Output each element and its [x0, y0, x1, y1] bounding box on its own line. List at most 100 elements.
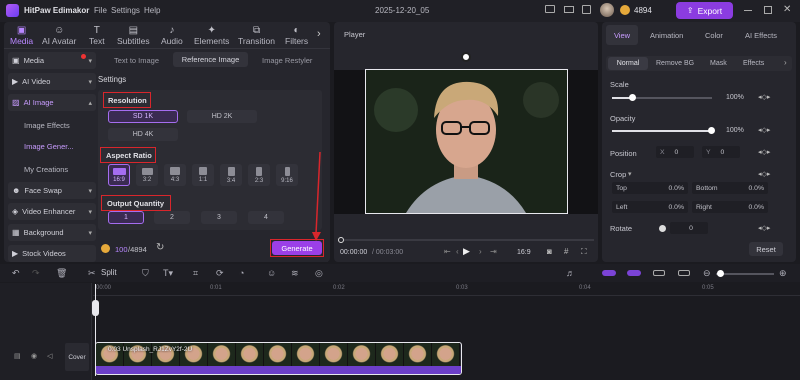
tab-media[interactable]: ▣ Media	[10, 25, 33, 46]
scale-value[interactable]: 100%	[726, 94, 744, 101]
skip-forward-icon[interactable]: ⇥	[490, 247, 497, 256]
refresh-icon[interactable]: ↻	[156, 242, 164, 253]
chevron-right-icon[interactable]: ›	[317, 28, 321, 40]
crop-bottom-field[interactable]: Bottom 0.0%	[692, 182, 768, 194]
ripple-icon[interactable]	[653, 270, 665, 276]
quantity-1[interactable]: 1	[108, 211, 144, 224]
sidebar-item-background[interactable]: ▦ Background ▾	[8, 224, 96, 241]
snap-toggle-icon[interactable]	[627, 270, 641, 276]
mode-tab-text-to-image[interactable]: Text to Image	[114, 56, 159, 65]
avatar[interactable]	[600, 3, 614, 17]
undo-icon[interactable]: ↶	[12, 268, 20, 279]
keyframe-icon[interactable]: ◂◇▸	[758, 126, 770, 134]
record-icon[interactable]: ◎	[315, 268, 323, 279]
position-x-field[interactable]: X0	[656, 146, 694, 158]
tab-ai-effects[interactable]: AI Effects	[745, 31, 777, 40]
zoom-slider-track[interactable]	[716, 273, 774, 275]
sidebar-item-video-enhancer[interactable]: ◈ Video Enhancer ▾	[8, 203, 96, 220]
crop-right-field[interactable]: Right 0.0%	[692, 201, 768, 213]
sidebar-item-face-swap[interactable]: ☻ Face Swap ▾	[8, 182, 96, 199]
quantity-4[interactable]: 4	[248, 211, 284, 224]
microphone-icon[interactable]: ♬	[566, 268, 575, 278]
quantity-3[interactable]: 3	[201, 211, 237, 224]
menu-settings[interactable]: Settings	[111, 6, 140, 15]
redo-icon[interactable]: ↷	[32, 268, 40, 279]
video-clip[interactable]: 0:03 Unsplash_RJ1ZvY2f-2U	[95, 342, 462, 375]
monitor-icon[interactable]	[545, 5, 555, 13]
scale-slider-thumb[interactable]	[629, 94, 636, 101]
sidebar-subitem-my-creations[interactable]: My Creations	[24, 165, 68, 174]
sidebar-item-media[interactable]: ▣ Media ▾	[8, 52, 96, 69]
keyframe-icon[interactable]: ◂◇▸	[758, 93, 770, 101]
ratio-9-16[interactable]: 9:16	[276, 164, 298, 186]
track-grid-icon[interactable]: ▤	[14, 352, 21, 360]
sidebar-item-ai-video[interactable]: ▶ AI Video ▾	[8, 73, 96, 90]
playhead-handle-icon[interactable]	[92, 300, 99, 316]
fullscreen-icon[interactable]: ⛶	[581, 247, 587, 257]
speed-icon[interactable]: ◔	[239, 268, 244, 278]
ratio-3-2[interactable]: 3:2	[136, 164, 158, 186]
zoom-in-icon[interactable]: ⊕	[779, 268, 787, 279]
tab-ai-avatar[interactable]: ☺ AI Avatar	[42, 25, 76, 46]
crop-tool-icon[interactable]: ⌗	[193, 268, 198, 279]
resolution-sd-1k[interactable]: SD 1K	[108, 110, 178, 123]
freeze-icon[interactable]: ☺	[267, 268, 276, 278]
sidebar-item-stock-videos[interactable]: ▶ Stock Videos	[8, 245, 96, 262]
tab-audio[interactable]: ♪ Audio	[161, 25, 183, 46]
crop-left-field[interactable]: Left 0.0%	[612, 201, 688, 213]
rotate-field[interactable]: 0	[670, 222, 708, 234]
tab-elements[interactable]: ✦ Elements	[194, 25, 229, 46]
ratio-4-3[interactable]: 4:3	[164, 164, 186, 186]
ratio-2-3[interactable]: 2:3	[248, 164, 270, 186]
sidebar-subitem-image-effects[interactable]: Image Effects	[24, 121, 70, 130]
cover-button[interactable]: Cover	[65, 343, 89, 371]
mail-icon[interactable]	[564, 6, 574, 13]
mode-tab-reference-image[interactable]: Reference Image	[173, 52, 248, 67]
chevron-down-icon[interactable]: ▾	[628, 170, 632, 178]
quantity-2[interactable]: 2	[154, 211, 190, 224]
opacity-slider-track[interactable]	[612, 130, 712, 132]
subtab-normal[interactable]: Normal	[608, 57, 648, 70]
zoom-slider-thumb[interactable]	[717, 270, 724, 277]
play-icon[interactable]: ▶	[463, 246, 470, 257]
player-progress[interactable]	[344, 239, 594, 241]
tab-text[interactable]: T Text	[89, 25, 105, 46]
close-icon[interactable]: ✕	[783, 4, 791, 15]
sidebar-subitem-image-generator[interactable]: Image Gener...	[24, 142, 74, 151]
grid-icon[interactable]: #	[564, 247, 568, 256]
video-frame[interactable]	[365, 69, 568, 214]
track-eye-icon[interactable]: ◉	[31, 352, 37, 360]
minimize-icon[interactable]	[744, 10, 752, 11]
rotate-dial-icon[interactable]	[659, 225, 666, 232]
resolution-hd-4k[interactable]: HD 4K	[108, 128, 178, 141]
snapshot-icon[interactable]: ◙	[547, 247, 552, 256]
rotate-handle-icon[interactable]	[461, 52, 471, 62]
menu-file[interactable]: File	[94, 6, 107, 15]
split-icon[interactable]: ✂	[88, 268, 96, 279]
keyframe-icon[interactable]: ◂◇▸	[758, 170, 770, 178]
tab-view[interactable]: View	[606, 25, 638, 45]
generate-button[interactable]: Generate	[272, 241, 322, 255]
position-y-field[interactable]: Y0	[702, 146, 740, 158]
track-mute-icon[interactable]: ◁	[47, 352, 52, 360]
fit-icon[interactable]	[678, 270, 690, 276]
frame-forward-icon[interactable]: ›	[479, 247, 482, 256]
ratio-select[interactable]: 16:9	[517, 249, 531, 256]
mode-tab-image-restyler[interactable]: Image Restyler	[262, 56, 312, 65]
skip-back-icon[interactable]: ⇤	[444, 247, 451, 256]
tab-filters[interactable]: ◐ Filters	[285, 25, 308, 46]
zoom-out-icon[interactable]: ⊖	[703, 268, 711, 279]
chevron-right-icon[interactable]: ›	[784, 58, 787, 67]
subtab-mask[interactable]: Mask	[710, 60, 727, 67]
split-label[interactable]: Split	[101, 268, 117, 277]
marker-icon[interactable]: ⛉	[142, 268, 149, 279]
maximize-icon[interactable]	[764, 6, 772, 14]
subtab-effects[interactable]: Effects	[743, 60, 764, 67]
tab-subtitles[interactable]: ▤ Subtitles	[117, 25, 150, 46]
tab-color[interactable]: Color	[705, 31, 723, 40]
sidebar-item-ai-image[interactable]: ▨ AI Image ▴	[8, 94, 96, 111]
keyframe-icon[interactable]: ◂◇▸	[758, 148, 770, 156]
subtab-remove-bg[interactable]: Remove BG	[656, 60, 694, 67]
crop-top-field[interactable]: Top 0.0%	[612, 182, 688, 194]
tab-animation[interactable]: Animation	[650, 31, 683, 40]
